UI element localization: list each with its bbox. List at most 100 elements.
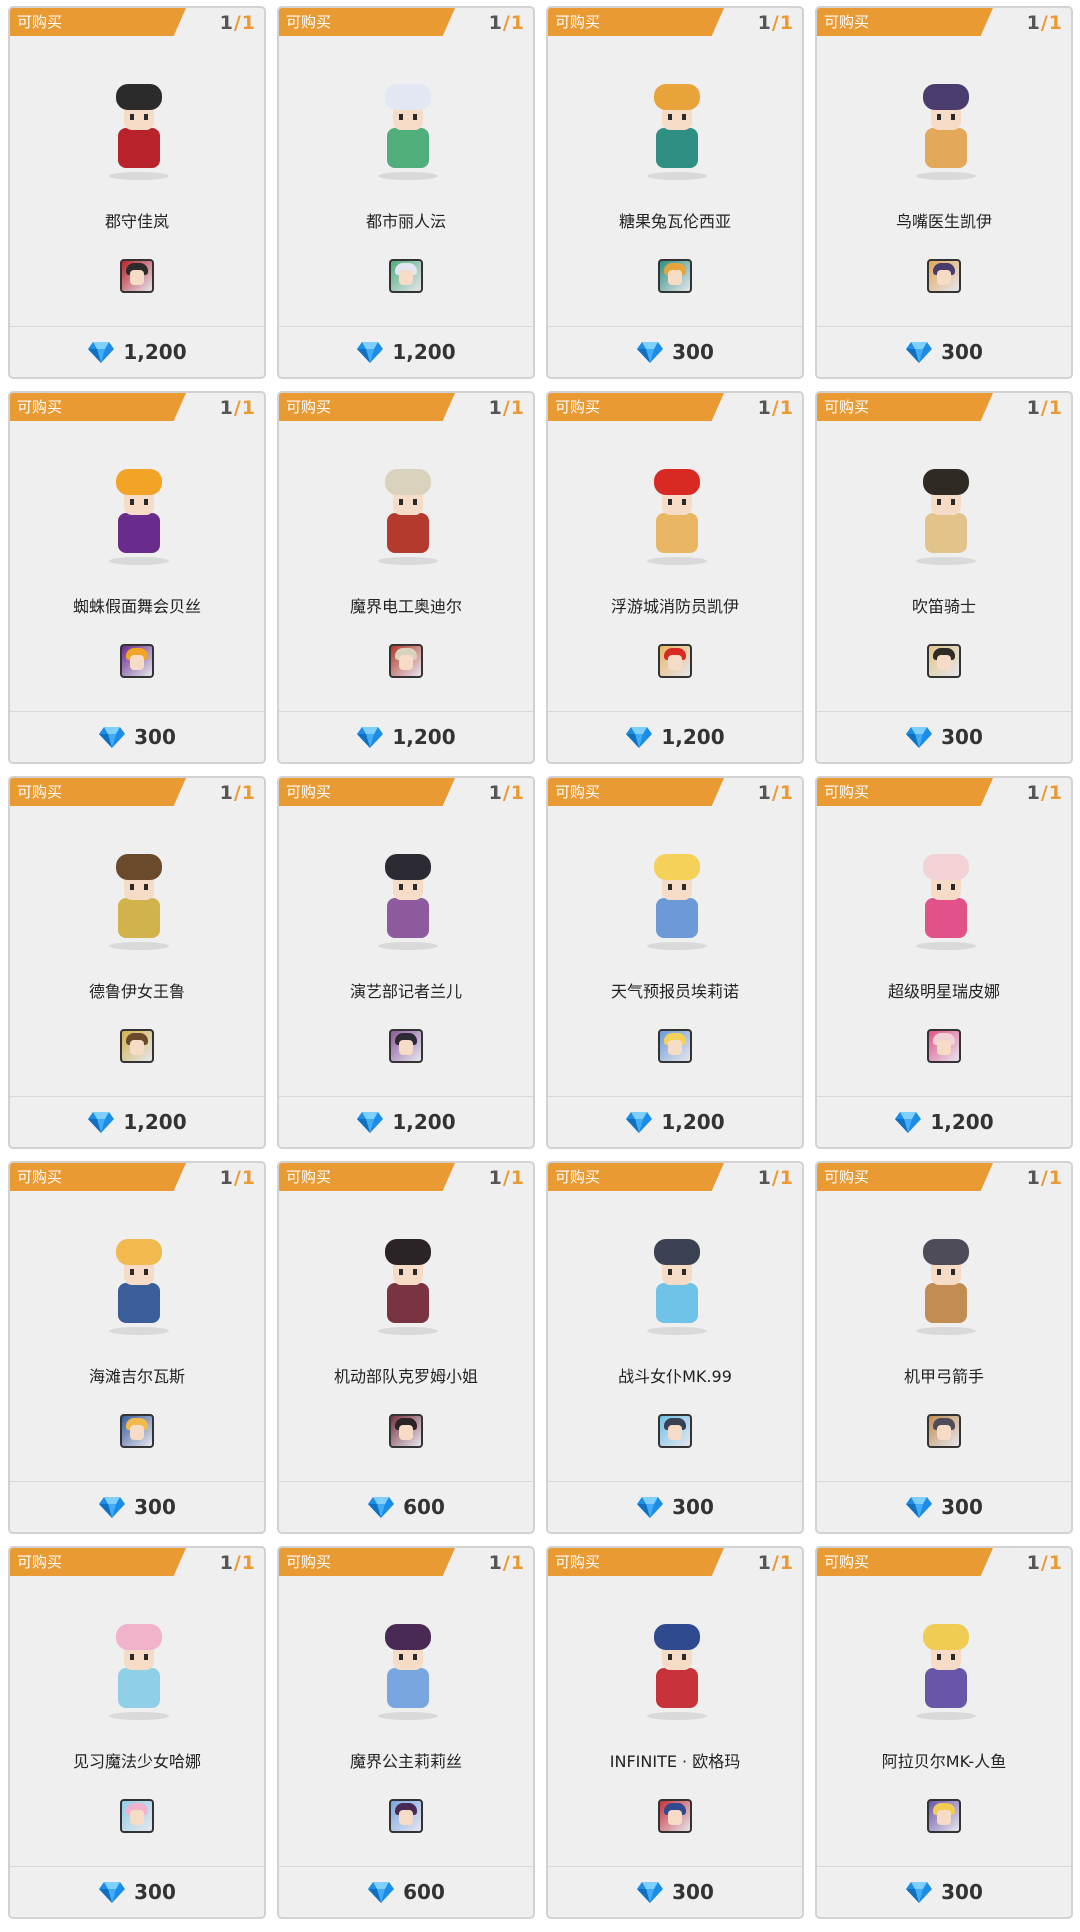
diamond-icon (357, 1112, 384, 1133)
divider (817, 1866, 1071, 1867)
character-sprite-icon (109, 1624, 169, 1720)
character-avatar-icon (120, 644, 154, 678)
character-portrait (74, 1217, 204, 1337)
shop-item-card[interactable]: 可购买 1/1 魔界电工奥迪尔 1,200 (277, 391, 535, 764)
available-badge: 可购买 (817, 1548, 993, 1576)
character-name: 魔界电工奥迪尔 (349, 597, 462, 616)
character-sprite-icon (916, 469, 976, 565)
shop-item-card[interactable]: 可购买 1/1 天气预报员埃莉诺 1,200 (546, 776, 804, 1149)
shop-item-card[interactable]: 可购买 1/1 浮游城消防员凯伊 1,200 (546, 391, 804, 764)
shop-item-card[interactable]: 可购买 1/1 郡守佳岚 1,200 (8, 6, 266, 379)
character-name: 蜘蛛假面舞会贝丝 (72, 597, 201, 616)
character-portrait (881, 832, 1011, 952)
price-row: 300 (817, 1877, 1071, 1907)
price-value: 600 (403, 1495, 445, 1519)
character-name: 见习魔法少女哈娜 (72, 1752, 201, 1771)
price-value: 300 (672, 340, 714, 364)
purchase-limit-count: 1/1 (219, 397, 256, 419)
character-avatar-icon (927, 259, 961, 293)
available-badge: 可购买 (279, 8, 455, 36)
price-value: 300 (134, 725, 176, 749)
shop-item-card[interactable]: 可购买 1/1 见习魔法少女哈娜 300 (8, 1546, 266, 1919)
character-sprite-icon (647, 469, 707, 565)
divider (279, 326, 533, 327)
character-name: 糖果兔瓦伦西亚 (618, 212, 731, 231)
shop-item-card[interactable]: 可购买 1/1 阿拉贝尔MK-人鱼 300 (815, 1546, 1073, 1919)
character-sprite-icon (378, 84, 438, 180)
shop-item-card[interactable]: 可购买 1/1 INFINITE · 欧格玛 300 (546, 1546, 804, 1919)
price-row: 1,200 (10, 337, 264, 367)
price-value: 300 (134, 1495, 176, 1519)
character-avatar-icon (927, 644, 961, 678)
character-portrait (343, 1217, 473, 1337)
price-value: 300 (672, 1495, 714, 1519)
shop-item-card[interactable]: 可购买 1/1 吹笛骑士 300 (815, 391, 1073, 764)
available-badge: 可购买 (10, 1163, 186, 1191)
available-badge: 可购买 (279, 1548, 455, 1576)
character-sprite-icon (916, 1239, 976, 1335)
character-name: 机甲弓箭手 (903, 1367, 984, 1386)
price-row: 1,200 (10, 1107, 264, 1137)
divider (10, 711, 264, 712)
available-badge: 可购买 (817, 393, 993, 421)
shop-item-card[interactable]: 可购买 1/1 海滩吉尔瓦斯 300 (8, 1161, 266, 1534)
character-avatar-icon (389, 259, 423, 293)
shop-item-card[interactable]: 可购买 1/1 都市丽人沄 1,200 (277, 6, 535, 379)
purchase-limit-count: 1/1 (488, 1552, 525, 1574)
divider (817, 711, 1071, 712)
available-badge: 可购买 (548, 8, 724, 36)
divider (279, 1481, 533, 1482)
shop-item-card[interactable]: 可购买 1/1 糖果兔瓦伦西亚 300 (546, 6, 804, 379)
shop-item-card[interactable]: 可购买 1/1 机动部队克罗姆小姐 600 (277, 1161, 535, 1534)
character-portrait (881, 1217, 1011, 1337)
price-value: 300 (941, 340, 983, 364)
purchase-limit-count: 1/1 (488, 397, 525, 419)
divider (817, 326, 1071, 327)
purchase-limit-count: 1/1 (219, 1167, 256, 1189)
available-badge: 可购买 (10, 8, 186, 36)
purchase-limit-count: 1/1 (219, 12, 256, 34)
price-row: 1,200 (279, 1107, 533, 1137)
character-portrait (881, 447, 1011, 567)
shop-item-card[interactable]: 可购买 1/1 蜘蛛假面舞会贝丝 300 (8, 391, 266, 764)
shop-item-grid: 可购买 1/1 郡守佳岚 1,200 可购买 1/1 都市丽人沄 1,200 可… (8, 6, 1074, 1926)
available-badge: 可购买 (10, 1548, 186, 1576)
price-row: 300 (817, 337, 1071, 367)
character-avatar-icon (389, 1799, 423, 1833)
character-avatar-icon (389, 1414, 423, 1448)
purchase-limit-count: 1/1 (757, 12, 794, 34)
shop-item-card[interactable]: 可购买 1/1 魔界公主莉莉丝 600 (277, 1546, 535, 1919)
available-badge: 可购买 (548, 778, 724, 806)
character-name: 郡守佳岚 (104, 212, 169, 231)
divider (548, 1866, 802, 1867)
shop-item-card[interactable]: 可购买 1/1 鸟嘴医生凯伊 300 (815, 6, 1073, 379)
purchase-limit-count: 1/1 (219, 782, 256, 804)
character-sprite-icon (109, 1239, 169, 1335)
price-row: 1,200 (279, 337, 533, 367)
shop-item-card[interactable]: 可购买 1/1 战斗女仆MK.99 300 (546, 1161, 804, 1534)
available-badge: 可购买 (548, 1548, 724, 1576)
character-name: 浮游城消防员凯伊 (610, 597, 739, 616)
purchase-limit-count: 1/1 (1026, 12, 1063, 34)
shop-item-card[interactable]: 可购买 1/1 演艺部记者兰儿 1,200 (277, 776, 535, 1149)
diamond-icon (88, 342, 115, 363)
price-value: 1,200 (392, 725, 456, 749)
price-row: 300 (817, 722, 1071, 752)
shop-item-card[interactable]: 可购买 1/1 超级明星瑞皮娜 1,200 (815, 776, 1073, 1149)
divider (10, 1096, 264, 1097)
character-name: 德鲁伊女王鲁 (88, 982, 185, 1001)
character-portrait (343, 832, 473, 952)
shop-item-card[interactable]: 可购买 1/1 机甲弓箭手 300 (815, 1161, 1073, 1534)
price-value: 1,200 (930, 1110, 994, 1134)
divider (10, 1866, 264, 1867)
shop-item-card[interactable]: 可购买 1/1 德鲁伊女王鲁 1,200 (8, 776, 266, 1149)
price-row: 300 (548, 337, 802, 367)
character-avatar-icon (389, 1029, 423, 1063)
purchase-limit-count: 1/1 (1026, 782, 1063, 804)
character-sprite-icon (647, 1624, 707, 1720)
divider (279, 711, 533, 712)
price-row: 1,200 (279, 722, 533, 752)
character-name: 魔界公主莉莉丝 (349, 1752, 462, 1771)
character-name: 战斗女仆MK.99 (618, 1367, 732, 1386)
available-badge: 可购买 (10, 778, 186, 806)
